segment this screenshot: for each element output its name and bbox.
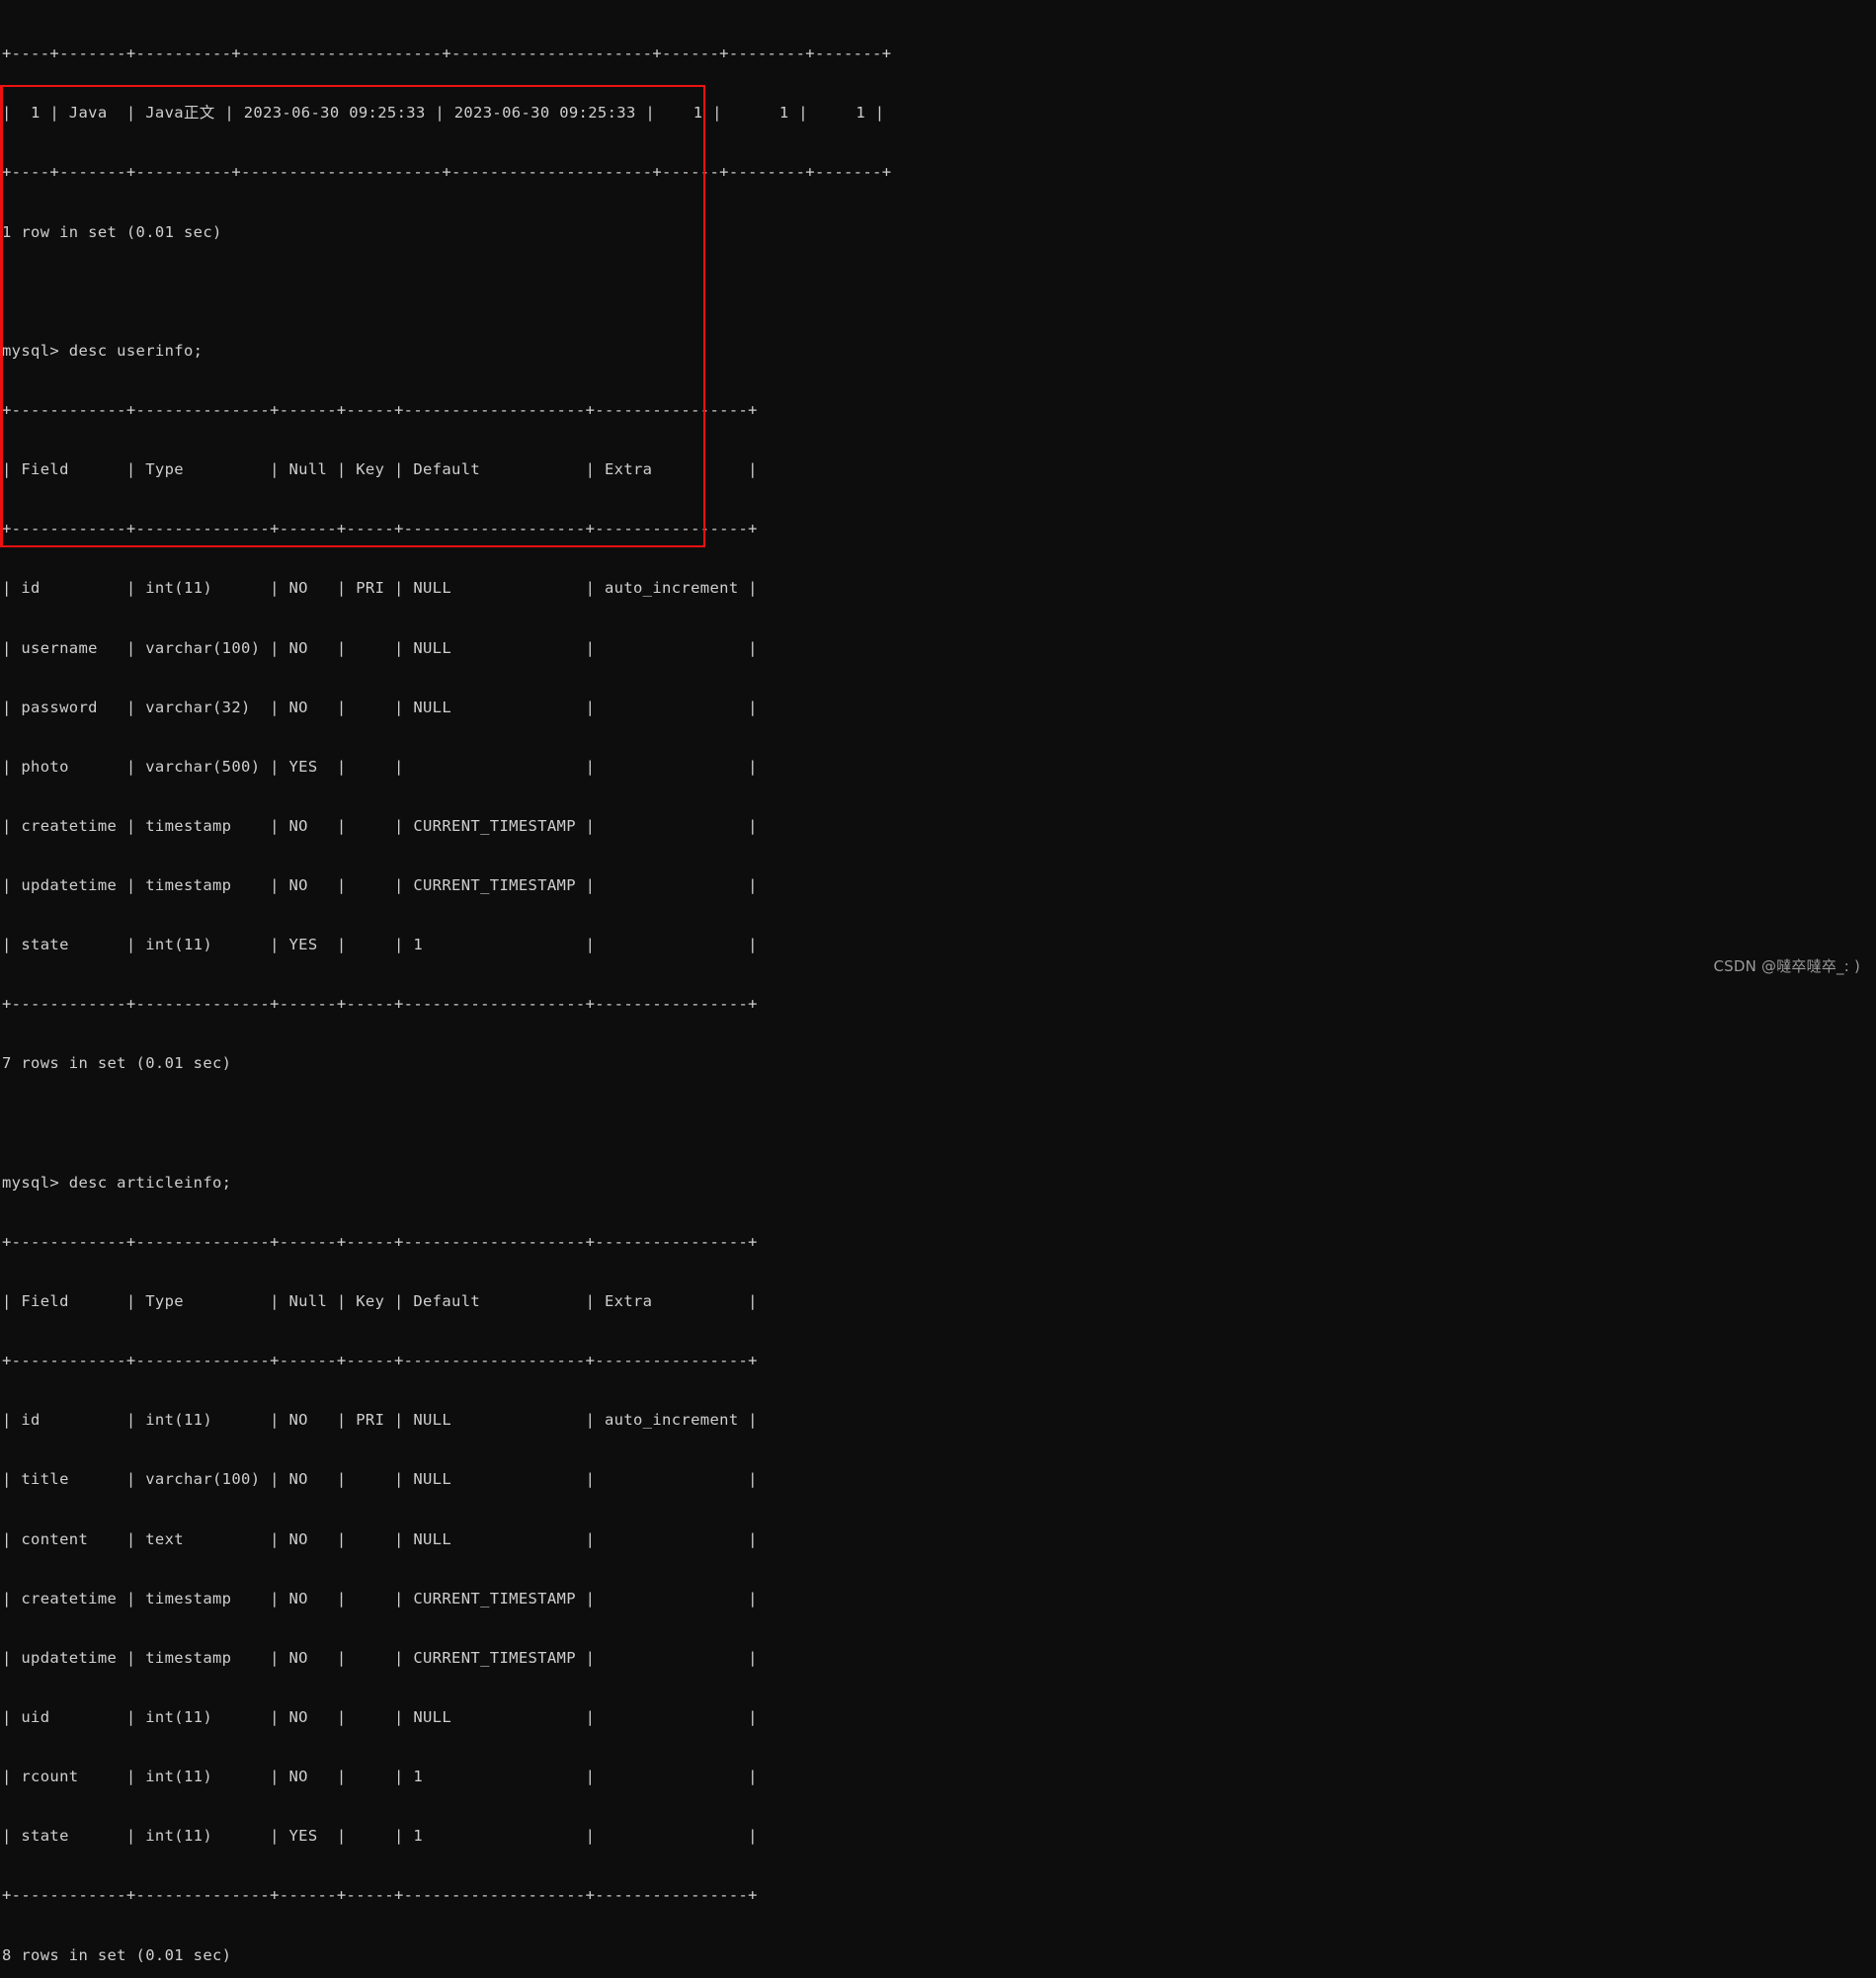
terminal-line-table-row: | createtime | timestamp | NO | | CURREN… xyxy=(2,816,758,835)
terminal-line-table-row: | password | varchar(32) | NO | | NULL |… xyxy=(2,698,758,716)
terminal-line-command-desc-userinfo: mysql> desc userinfo; xyxy=(2,341,204,360)
terminal-line-table-header: | Field | Type | Null | Key | Default | … xyxy=(2,1292,758,1311)
terminal-line: +----+-------+----------+---------------… xyxy=(2,163,892,182)
terminal-line-table-row: | title | varchar(100) | NO | | NULL | | xyxy=(2,1470,758,1489)
csdn-watermark: CSDN @噠卒噠卒_: ) xyxy=(1713,957,1860,975)
terminal-line: +----+-------+----------+---------------… xyxy=(2,44,892,63)
terminal-line-row-count: 8 rows in set (0.01 sec) xyxy=(2,1945,232,1964)
terminal-line-table-row: | createtime | timestamp | NO | | CURREN… xyxy=(2,1589,758,1607)
terminal-line-table-row: | uid | int(11) | NO | | NULL | | xyxy=(2,1708,758,1727)
terminal-line-table-row: | updatetime | timestamp | NO | | CURREN… xyxy=(2,1648,758,1667)
terminal-line-table-row: | updatetime | timestamp | NO | | CURREN… xyxy=(2,876,758,895)
terminal-line-table-row: | rcount | int(11) | NO | | 1 | | xyxy=(2,1768,758,1786)
terminal-line-table-row: | photo | varchar(500) | YES | | | | xyxy=(2,757,758,776)
terminal-line: +------------+--------------+------+----… xyxy=(2,1886,758,1905)
terminal-line-table-row: | id | int(11) | NO | PRI | NULL | auto_… xyxy=(2,1411,758,1430)
terminal-line-table-row: | id | int(11) | NO | PRI | NULL | auto_… xyxy=(2,579,758,598)
terminal-line-row-count: 7 rows in set (0.01 sec) xyxy=(2,1054,232,1073)
terminal-output[interactable]: +----+-------+----------+---------------… xyxy=(0,0,1876,1964)
terminal-line: | 1 | Java | Java正文 | 2023-06-30 09:25:3… xyxy=(2,104,885,123)
terminal-line: +------------+--------------+------+----… xyxy=(2,1232,758,1251)
terminal-line-table-row: | username | varchar(100) | NO | | NULL … xyxy=(2,638,758,657)
terminal-line-table-header: | Field | Type | Null | Key | Default | … xyxy=(2,460,758,479)
terminal-line-table-row: | content | text | NO | | NULL | | xyxy=(2,1529,758,1548)
terminal-line: +------------+--------------+------+----… xyxy=(2,995,758,1014)
terminal-line: +------------+--------------+------+----… xyxy=(2,520,758,538)
terminal-line-command-desc-articleinfo: mysql> desc articleinfo; xyxy=(2,1173,232,1192)
terminal-line: +------------+--------------+------+----… xyxy=(2,400,758,419)
terminal-line: +------------+--------------+------+----… xyxy=(2,1352,758,1370)
terminal-line-table-row: | state | int(11) | YES | | 1 | | xyxy=(2,936,758,954)
terminal-line-row-count: 1 row in set (0.01 sec) xyxy=(2,222,222,241)
terminal-line-table-row: | state | int(11) | YES | | 1 | | xyxy=(2,1827,758,1846)
